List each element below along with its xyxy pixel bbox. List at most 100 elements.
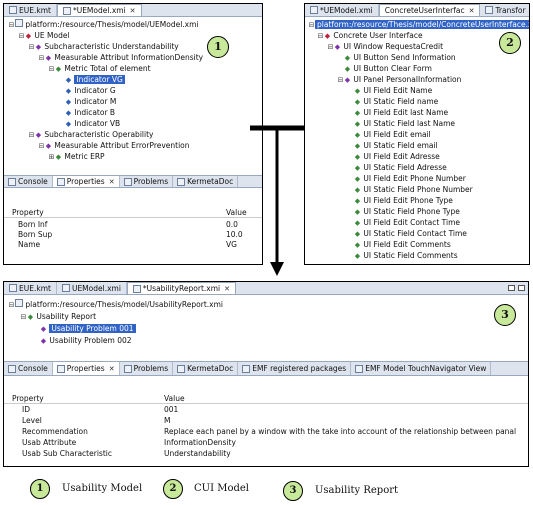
tab-uemodel-xmi[interactable]: *UEModel.xmi ✕ [56, 4, 142, 16]
collapse-icon[interactable]: ⊟ [8, 300, 15, 311]
minimize-icon[interactable] [508, 285, 515, 291]
close-icon[interactable]: ✕ [469, 7, 475, 15]
tree-node[interactable]: ◆ UI Static Field last Name [354, 118, 455, 129]
xmi-file-icon [310, 6, 318, 14]
tree-node[interactable]: ◆ UI Field Edit last Name [354, 107, 448, 118]
tree-node[interactable]: ◆ Indicator B [65, 107, 115, 118]
property-row[interactable]: Usab Sub Characteristic Understandability [4, 449, 528, 459]
property-row[interactable]: Usab Attribute InformationDensity [4, 438, 528, 448]
tree-node-selected[interactable]: ◆ Usability Problem 001 [40, 323, 136, 334]
expand-icon[interactable]: ⊞ [48, 152, 55, 163]
properties-table: Property Value ID 001 Level M Recommendatio… [4, 376, 528, 466]
tab-problems[interactable]: Problems [120, 176, 174, 187]
tree-node[interactable]: ⊟◆ Metric Total of element [48, 63, 151, 74]
close-icon[interactable]: ✕ [109, 178, 115, 186]
tree-node[interactable]: ◆ UI Static Field Phone Number [354, 184, 473, 195]
tree-node[interactable]: ⊟◆ Subcharacteristic Understandability [28, 41, 179, 52]
tab-transfor[interactable]: Transfor [480, 4, 529, 16]
collapse-icon[interactable]: ⊟ [308, 20, 315, 31]
tree-node[interactable]: ⊟◆ UI Panel PersonalInformation [337, 74, 462, 86]
tab-problems[interactable]: Problems [120, 362, 174, 375]
close-icon[interactable]: ✕ [109, 365, 115, 373]
tree-node[interactable]: ⊟◆ Measurable Attribut ErrorPrevention [38, 140, 190, 151]
node-icon: ◆ [354, 252, 361, 260]
window-controls [508, 285, 525, 291]
tree-node[interactable]: ◆ UI Static Field Contact Time [354, 228, 467, 239]
usability-model-panel: EUE.kmt *UEModel.xmi ✕ ⊟ platform:/resour… [3, 3, 263, 265]
kmt-file-icon [9, 284, 17, 292]
properties-header: Property Value [4, 208, 262, 218]
tab-emf-registered-packages[interactable]: EMF registered packages [238, 362, 352, 375]
tree-node[interactable]: ◆ UI Static Field Phone Type [354, 206, 460, 217]
property-row[interactable]: Born Inf 0.0 [4, 220, 262, 230]
collapse-icon[interactable]: ⊟ [337, 75, 344, 86]
tree-node[interactable]: ◆ UI Button Send Information [344, 52, 456, 63]
tree-node[interactable]: ⊟◆ UE Model [18, 30, 70, 41]
tree-node[interactable]: ◆ Indicator G [65, 85, 116, 96]
tree-root[interactable]: ⊟ platform:/resource/Thesis/model/UEMode… [8, 19, 199, 30]
tree-node[interactable]: ⊟◆ Concrete User Interface [317, 30, 423, 41]
tree-node[interactable]: ⊟◆ Subcharacteristic Operability [28, 129, 154, 141]
tab-emf-touchnavigator[interactable]: EMF Model TouchNavigator View [351, 362, 492, 375]
collapse-icon[interactable]: ⊟ [327, 42, 334, 53]
cui-tree: ⊟ platform:/resource/Thesis/model/Concret… [305, 17, 529, 264]
tree-node[interactable]: ◆ UI Field Edit Comments [354, 239, 451, 250]
collapse-icon[interactable]: ⊟ [28, 130, 35, 141]
tree-node[interactable]: ◆ UI Field Edit Phone Number [354, 173, 466, 184]
tab-console[interactable]: Console [4, 176, 53, 187]
tree-node[interactable]: ◆ Indicator VB [65, 118, 120, 129]
tree-node[interactable]: ◆ UI Field Edit Contact Time [354, 217, 460, 228]
file-icon [485, 6, 494, 14]
collapse-icon[interactable]: ⊟ [28, 42, 35, 53]
tab-properties[interactable]: Properties ✕ [52, 176, 120, 187]
tab-uemodel-xmi[interactable]: *UEModel.xmi [305, 4, 379, 16]
tree-node[interactable]: ◆ Indicator M [65, 96, 117, 107]
collapse-icon[interactable]: ⊟ [8, 20, 15, 31]
legend-badge-1: 1 [30, 479, 50, 499]
tree-node[interactable]: ⊞◆ Metric ERP [48, 151, 105, 162]
tree-node[interactable]: ◆ UI Field Edit Adresse [354, 151, 440, 162]
tree-node[interactable]: ◆ UI Field Edit email [354, 129, 431, 140]
tree-node[interactable]: ⊟◆ Measurable Attribut InformationDensit… [38, 52, 204, 64]
collapse-icon[interactable]: ⊟ [38, 53, 45, 64]
tree-node[interactable]: ◆ UI Static Field Adresse [354, 162, 447, 173]
property-row[interactable]: ID 001 [4, 405, 528, 415]
property-row[interactable]: Name VG [4, 240, 262, 250]
tree-root[interactable]: ⊟ platform:/resource/Thesis/model/Concret… [308, 19, 529, 31]
tree-node[interactable]: ◆ UI Static Field email [354, 140, 438, 151]
property-row[interactable]: Level M [4, 416, 528, 426]
collapse-icon[interactable]: ⊟ [20, 312, 27, 323]
tab-eue-kmt[interactable]: EUE.kmt [4, 282, 57, 294]
maximize-icon[interactable] [518, 285, 525, 291]
collapse-icon[interactable]: ⊟ [317, 31, 324, 42]
close-icon[interactable]: ✕ [224, 285, 230, 293]
tree-node[interactable]: ◆ UI Field Edit Name [354, 85, 432, 96]
tree-node[interactable]: ◆ Usability Problem 002 [40, 335, 132, 346]
tab-concreteuserinterface[interactable]: ConcreteUserInterfac ✕ [378, 4, 481, 16]
tab-console[interactable]: Console [4, 362, 53, 375]
tab-kermetadoc[interactable]: KermetaDoc [173, 176, 239, 187]
property-row[interactable]: Born Sup 10.0 [4, 230, 262, 240]
tree-root[interactable]: ⊟ platform:/resource/Thesis/model/Usabil… [8, 299, 223, 310]
tab-eue-kmt[interactable]: EUE.kmt [4, 4, 57, 16]
tree-node[interactable]: ⊟◆ UI Window RequestaCredit [327, 41, 444, 53]
tree-node[interactable]: ◆ UI Field Edit Phone Type [354, 195, 453, 206]
tab-properties[interactable]: Properties ✕ [52, 362, 120, 375]
xmi-file-icon [132, 284, 141, 293]
kmt-file-icon [9, 6, 17, 14]
tree-node[interactable]: ◆ UI Button Clear Form [344, 63, 432, 74]
property-row[interactable]: Recommendation Replace each panel by a wi… [4, 427, 528, 437]
collapse-icon[interactable]: ⊟ [18, 31, 25, 42]
collapse-icon[interactable]: ⊟ [48, 64, 55, 75]
resource-icon [15, 19, 23, 27]
tree-node-selected[interactable]: ◆ Indicator VG [65, 74, 125, 85]
tab-uemodel-xmi[interactable]: UEModel.xmi [57, 282, 127, 294]
close-icon[interactable]: ✕ [130, 7, 136, 15]
tree-node[interactable]: ◆ UI Static Field Comments [354, 250, 458, 261]
collapse-icon[interactable]: ⊟ [38, 141, 45, 152]
tree-node[interactable]: ◆ UI Static Field name [354, 96, 438, 107]
tab-kermetadoc[interactable]: KermetaDoc [173, 362, 239, 375]
tab-usabilityreport-xmi[interactable]: *UsabilityReport.xmi ✕ [126, 282, 237, 294]
at-icon [177, 177, 186, 186]
tree-node[interactable]: ⊟◆ Usability Report [20, 311, 96, 322]
